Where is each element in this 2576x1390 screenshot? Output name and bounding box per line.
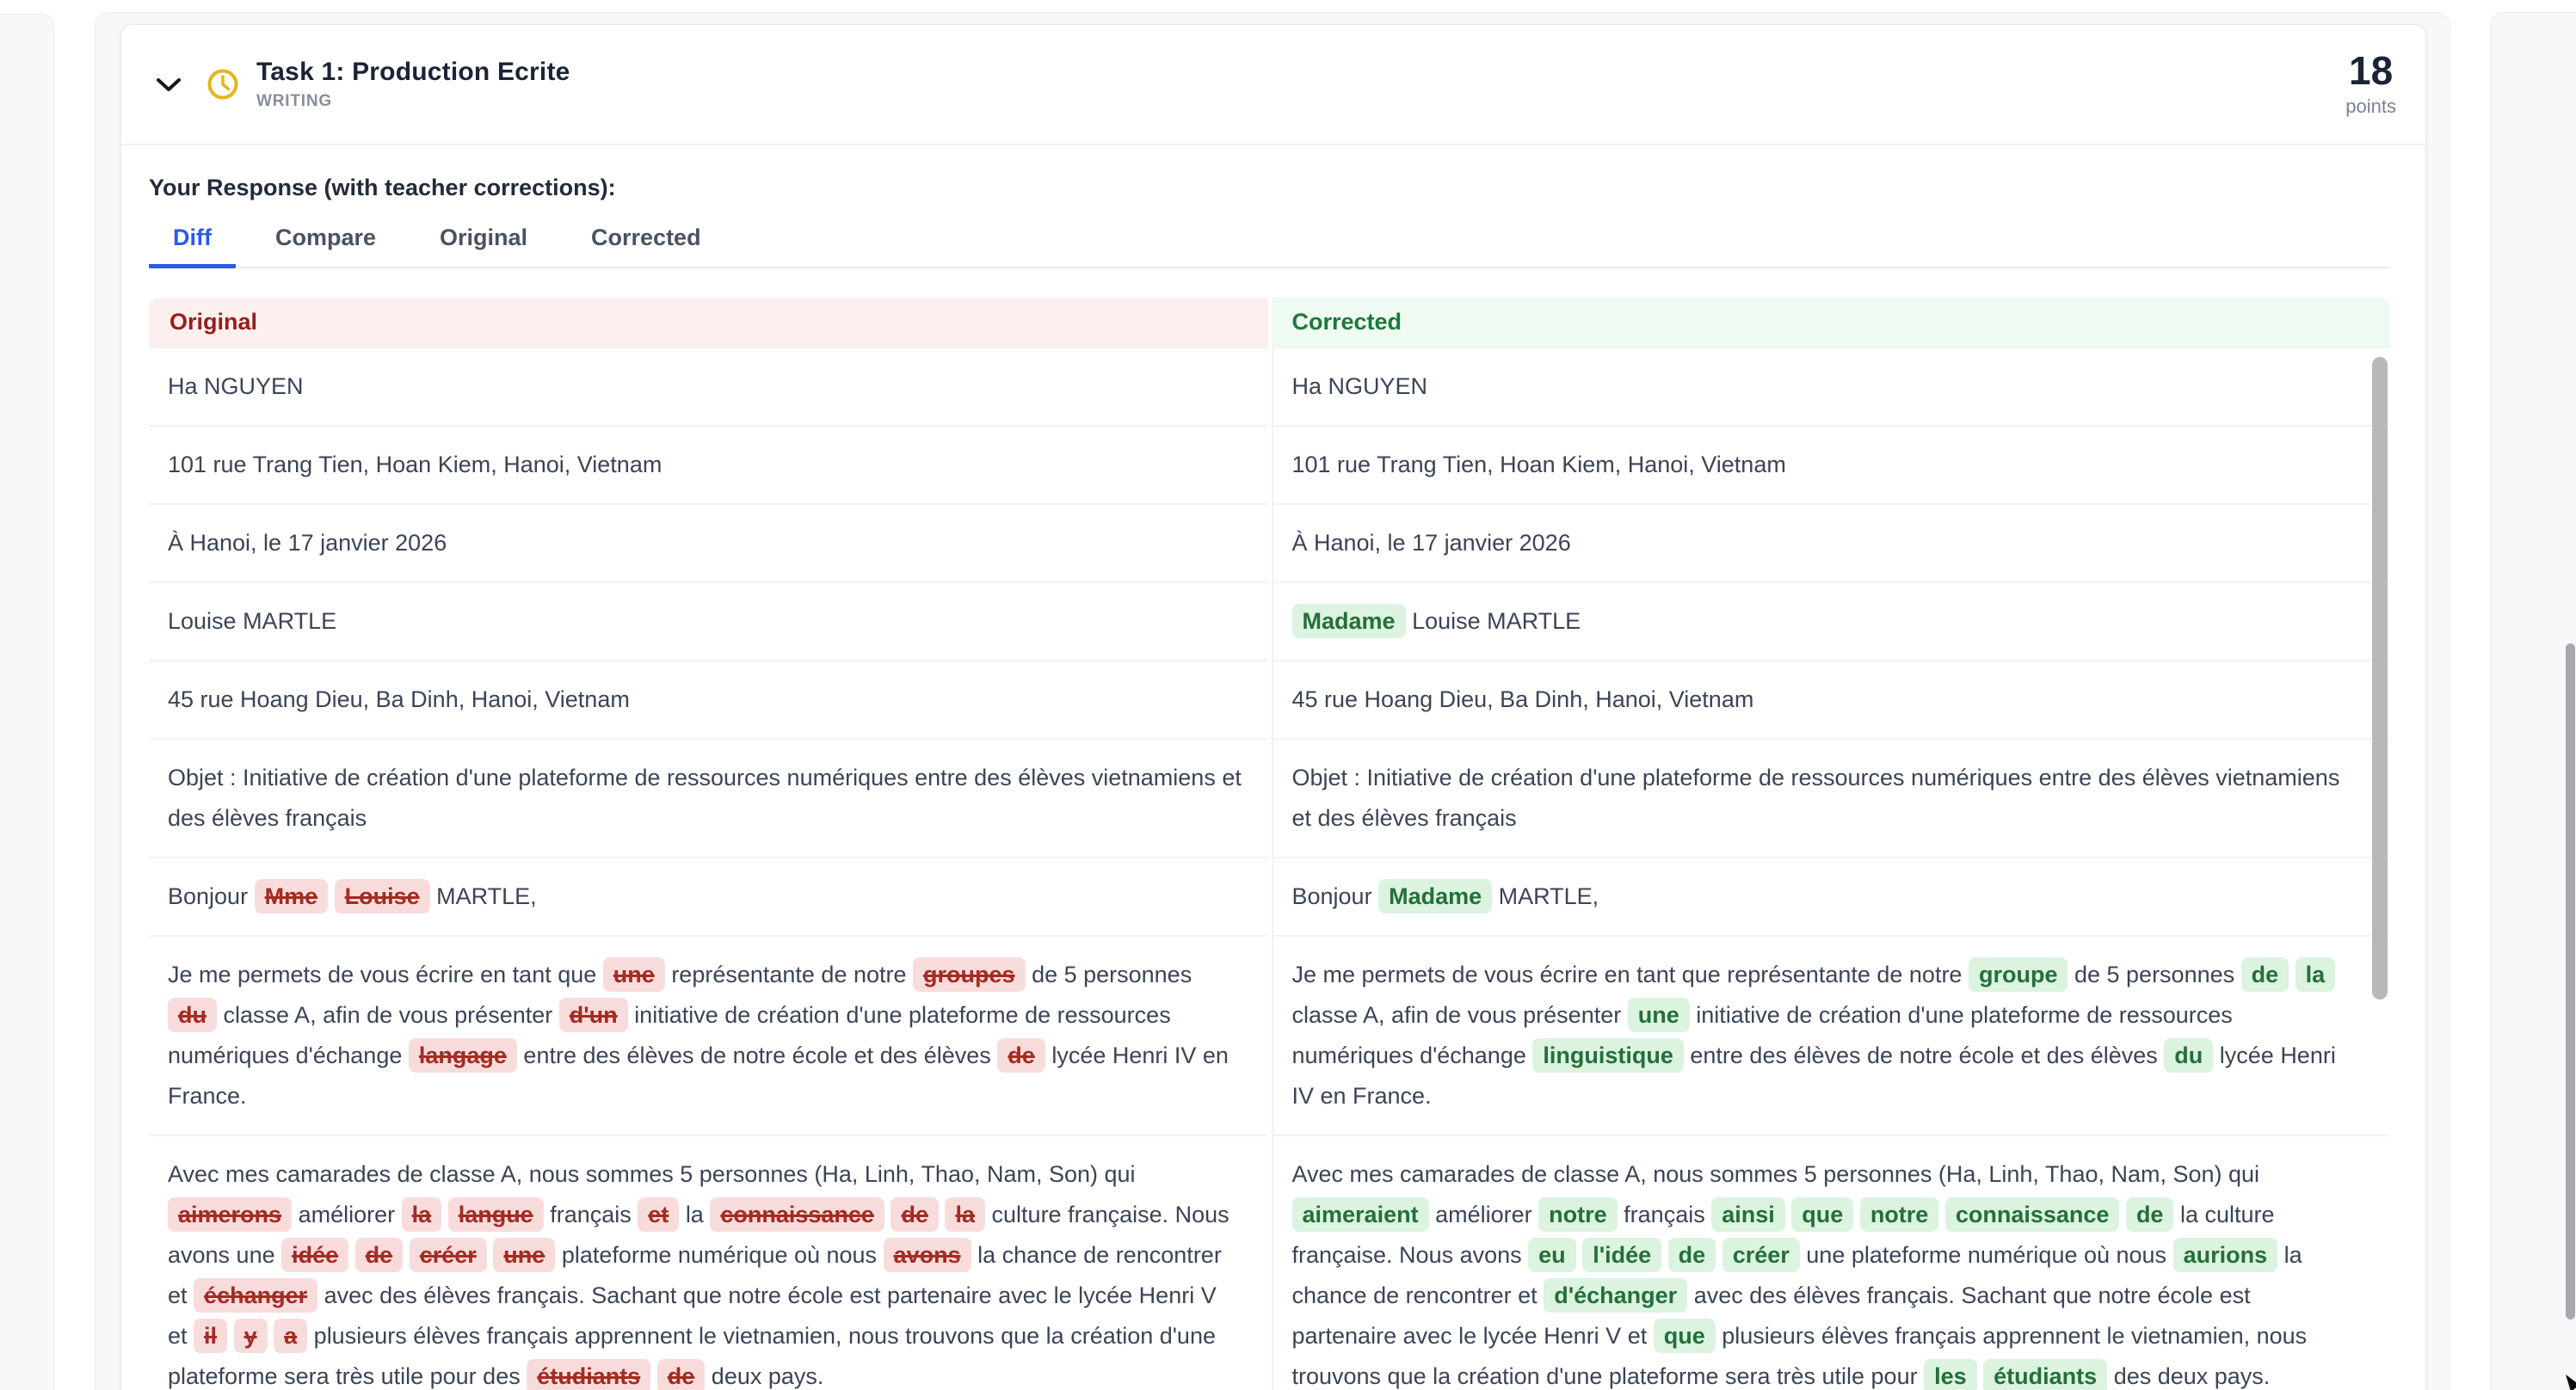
deleted-word: idée [281,1238,348,1272]
tab-compare[interactable]: Compare [251,224,400,268]
right-background-panel [2490,12,2576,1390]
column-gap [1268,298,1272,347]
deleted-word: Louise [335,879,430,913]
tab-original[interactable]: Original [416,224,552,268]
original-column-header: Original [149,298,1268,347]
clock-icon [206,67,240,101]
deleted-word: groupes [913,957,1026,992]
deleted-word: langage [409,1038,517,1073]
diff-cell-orig: Bonjour Mme Louise MARTLE, [149,857,1268,935]
added-word: d'échanger [1544,1278,1687,1313]
diff-cell-orig: Louise MARTLE [149,581,1268,660]
deleted-word: a [274,1319,307,1353]
deleted-word: d'un [559,998,628,1032]
diff-cell-corr: Madame Louise MARTLE [1272,581,2391,660]
added-word: aurions [2173,1238,2278,1272]
task-card-header: Task 1: Production Ecrite WRITING 18 poi… [121,25,2425,145]
corrected-column-header: Corrected [1272,298,2391,347]
added-word: de [2241,957,2289,992]
chevron-down-icon [156,77,182,92]
diff-cell-orig: 45 rue Hoang Dieu, Ba Dinh, Hanoi, Vietn… [149,660,1268,738]
deleted-word: étudiants [527,1359,650,1390]
added-word: groupe [1969,957,2068,992]
added-word: une [1628,998,1690,1032]
diff-table-scrollbar-thumb[interactable] [2372,357,2388,999]
added-word: eu [1528,1238,1576,1272]
page-scrollbar-thumb[interactable] [2566,643,2575,1319]
diff-cell-corr: Avec mes camarades de classe A, nous som… [1272,1135,2391,1390]
added-word: créer [1722,1238,1800,1272]
deleted-word: de [657,1359,706,1390]
deleted-word: de [997,1038,1045,1073]
deleted-word: du [168,998,217,1032]
deleted-word: de [355,1238,404,1272]
added-word: l'idée [1582,1238,1661,1272]
diff-cell-corr: Bonjour Madame MARTLE, [1272,857,2391,935]
deleted-word: la [945,1197,985,1232]
diff-cell-corr: Je me permets de vous écrire en tant que… [1272,935,2391,1135]
deleted-word: une [603,957,665,992]
task-category-label: WRITING [256,92,570,111]
added-word: Madame [1292,604,1406,638]
added-word: les [1924,1359,1977,1390]
added-word: notre [1538,1197,1618,1232]
diff-cell-corr: Objet : Initiative de création d'une pla… [1272,738,2391,857]
deleted-word: et [638,1197,679,1232]
diff-cell-corr: 45 rue Hoang Dieu, Ba Dinh, Hanoi, Vietn… [1272,660,2391,738]
deleted-word: une [493,1238,555,1272]
deleted-word: échanger [194,1278,317,1313]
diff-cell-corr: Ha NGUYEN [1272,347,2391,425]
diff-table: Original Corrected Ha NGUYENHa NGUYEN101… [149,298,2390,1390]
diff-cell-orig: Je me permets de vous écrire en tant que… [149,935,1268,1135]
diff-cell-orig: 101 rue Trang Tien, Hoan Kiem, Hanoi, Vi… [149,425,1268,503]
added-word: du [2164,1038,2213,1073]
deleted-word: aimerons [168,1197,292,1232]
added-word: la [2296,957,2336,992]
deleted-word: la [402,1197,442,1232]
diff-cell-corr: 101 rue Trang Tien, Hoan Kiem, Hanoi, Vi… [1272,425,2391,503]
diff-cell-orig: Ha NGUYEN [149,347,1268,425]
tab-corrected[interactable]: Corrected [567,224,725,268]
points-value: 18 [2345,51,2396,90]
task-card-body: Your Response (with teacher corrections)… [121,145,2425,1390]
added-word: ainsi [1711,1197,1785,1232]
task-card: Task 1: Production Ecrite WRITING 18 poi… [120,24,2426,1390]
response-section-heading: Your Response (with teacher corrections)… [149,175,2390,201]
diff-cell-corr: À Hanoi, le 17 janvier 2026 [1272,503,2391,581]
added-word: que [1654,1319,1716,1353]
added-word: étudiants [1983,1359,2107,1390]
deleted-word: connaissance [710,1197,884,1232]
tab-diff[interactable]: Diff [149,224,236,268]
deleted-word: Mme [255,879,329,913]
added-word: notre [1860,1197,1939,1232]
deleted-word: avons [884,1238,971,1272]
added-word: que [1791,1197,1853,1232]
deleted-word: langue [448,1197,544,1232]
diff-cell-orig: Objet : Initiative de création d'une pla… [149,738,1268,857]
diff-cell-orig: Avec mes camarades de classe A, nous som… [149,1135,1268,1390]
diff-cell-orig: À Hanoi, le 17 janvier 2026 [149,503,1268,581]
deleted-word: il [194,1319,227,1353]
task-title: Task 1: Production Ecrite [256,58,570,87]
added-word: Madame [1378,879,1492,913]
deleted-word: créer [410,1238,487,1272]
added-word: de [1668,1238,1716,1272]
added-word: connaissance [1945,1197,2120,1232]
added-word: aimeraient [1292,1197,1429,1232]
left-background-panel [0,14,54,1390]
added-word: linguistique [1532,1038,1684,1073]
deleted-word: de [891,1197,939,1232]
points-label: points [2345,95,2396,118]
added-word: de [2126,1197,2174,1232]
response-view-tabs: Diff Compare Original Corrected [149,224,2390,268]
collapse-task-button[interactable] [154,70,183,99]
deleted-word: y [234,1319,268,1353]
